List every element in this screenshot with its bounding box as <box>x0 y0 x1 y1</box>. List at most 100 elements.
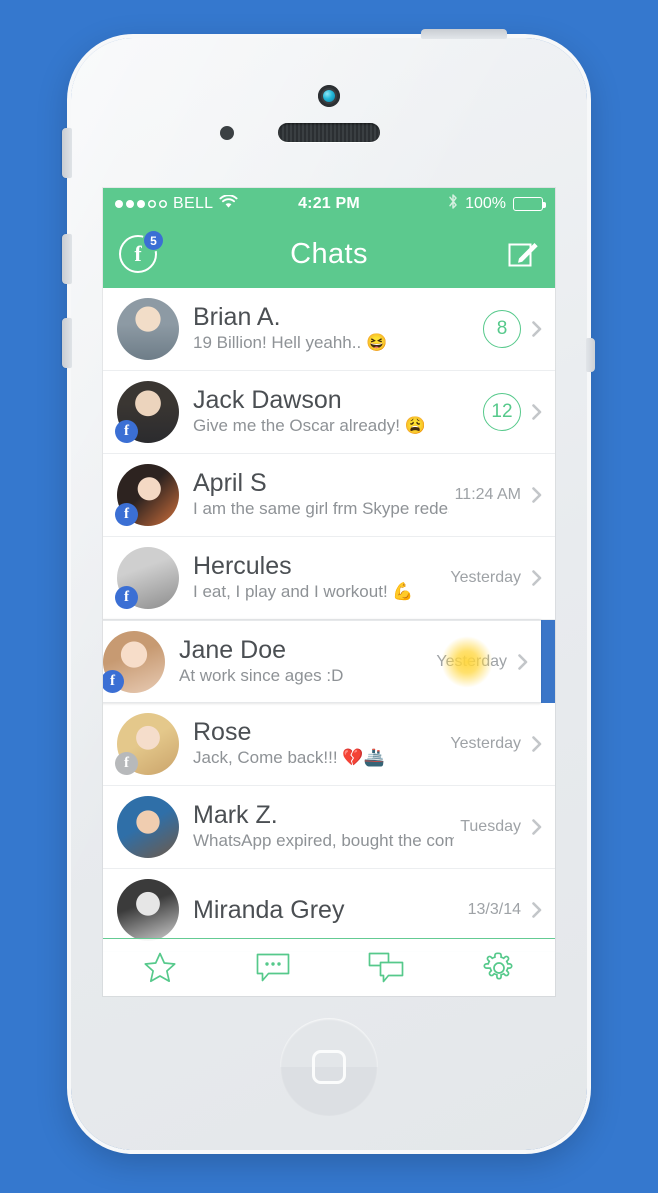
chat-list-item[interactable]: f Jane Doe At work since ages :D Yesterday <box>103 620 541 703</box>
volume-up-button[interactable] <box>62 234 72 284</box>
chevron-right-icon[interactable] <box>529 404 545 420</box>
chat-row-text: April SI am the same girl frm Skype rede… <box>179 469 449 521</box>
timestamp: 11:24 AM <box>454 486 521 503</box>
message-preview: WhatsApp expired, bought the company <box>193 830 454 853</box>
chat-row-meta: 8 <box>477 310 545 348</box>
unread-badge: 12 <box>483 393 521 431</box>
chevron-right-icon[interactable] <box>515 653 531 670</box>
double-chat-bubble-icon <box>367 951 405 985</box>
avatar[interactable]: f <box>115 713 179 775</box>
tab-settings[interactable] <box>442 939 555 996</box>
facebook-source-icon: f <box>115 586 138 609</box>
chat-row-container: Brian A. 19 Billion! Hell yeahh.. 😆 8 <box>103 288 555 371</box>
chevron-right-icon[interactable] <box>529 570 545 586</box>
timestamp: Tuesday <box>460 818 521 835</box>
contact-name: Rose <box>193 718 252 747</box>
avatar-image <box>117 298 179 360</box>
chat-list[interactable]: Brian A. 19 Billion! Hell yeahh.. 😆 8 f Jack… <box>103 288 555 996</box>
avatar[interactable]: f <box>103 630 165 693</box>
contact-name: April S <box>193 469 267 498</box>
chat-row-text: Mark Z.WhatsApp expired, bought the comp… <box>179 801 454 853</box>
message-text: At work since ages :D <box>179 665 344 685</box>
status-bar-right: 100% <box>448 193 546 215</box>
chat-list-item[interactable]: f April SI am the same girl frm Skype red… <box>103 454 555 537</box>
chat-row-meta: Tuesday <box>454 818 545 836</box>
tab-favorites[interactable] <box>103 939 216 996</box>
timestamp: Yesterday <box>436 652 507 670</box>
bluetooth-icon <box>448 193 458 215</box>
facebook-badge-count: 5 <box>144 231 163 250</box>
silent-switch[interactable] <box>62 128 72 178</box>
camera-icon <box>318 85 340 107</box>
gear-icon <box>481 950 517 986</box>
avatar[interactable] <box>117 796 179 858</box>
message-text: 19 Billion! Hell yeahh.. <box>193 333 362 353</box>
chevron-right-icon[interactable] <box>529 487 545 503</box>
facebook-source-icon: f <box>103 669 124 693</box>
message-preview: 19 Billion! Hell yeahh.. 😆 <box>193 332 477 355</box>
chat-row-text: Miranda Grey <box>179 896 462 924</box>
power-button[interactable] <box>421 29 507 39</box>
home-button-icon[interactable] <box>280 1018 378 1116</box>
message-preview: At work since ages :D <box>179 665 430 688</box>
chat-list-item[interactable]: f Rose Jack, Come back!!! 💔🚢 Yesterday <box>103 703 555 786</box>
message-preview: Jack, Come back!!! 💔🚢 <box>193 747 444 770</box>
unread-badge: 8 <box>483 310 521 348</box>
message-emoji: 💔🚢 <box>342 748 385 768</box>
timestamp: Yesterday <box>450 569 521 586</box>
facebook-source-icon: f <box>115 503 138 526</box>
facebook-source-icon: f <box>115 420 138 443</box>
page-title: Chats <box>290 237 368 270</box>
avatar[interactable] <box>117 879 179 941</box>
facebook-account-button[interactable]: f 5 <box>119 231 163 273</box>
battery-percent-label: 100% <box>465 195 506 212</box>
chat-bubble-dots-icon <box>255 952 291 984</box>
message-emoji: 😆 <box>365 333 388 353</box>
avatar[interactable] <box>117 298 179 360</box>
sim-tray <box>586 338 595 372</box>
contact-name: Miranda Grey <box>193 896 345 924</box>
chevron-right-icon[interactable] <box>529 736 545 752</box>
tab-messages[interactable] <box>216 939 329 996</box>
chat-row-text: Jack Dawson Give me the Oscar already! 😩 <box>179 386 477 438</box>
chat-list-item[interactable]: Mark Z.WhatsApp expired, bought the comp… <box>103 786 555 869</box>
chat-list-item[interactable]: f Jack Dawson Give me the Oscar already! 😩… <box>103 371 555 454</box>
avatar[interactable]: f <box>115 547 179 609</box>
message-text: I am the same girl frm Skype redesign! <box>193 499 449 519</box>
avatar-image <box>117 796 179 858</box>
chevron-right-icon[interactable] <box>529 819 545 835</box>
avatar[interactable]: f <box>115 381 179 443</box>
chat-row-container: f April SI am the same girl frm Skype red… <box>103 454 555 537</box>
contact-name: Jane Doe <box>179 635 287 664</box>
chat-row-meta: 11:24 AM <box>449 486 545 504</box>
chevron-right-icon[interactable] <box>529 321 545 337</box>
earpiece-speaker-icon <box>278 123 380 142</box>
tab-groups[interactable] <box>329 939 442 996</box>
facebook-source-icon: f <box>115 752 138 775</box>
chat-row-container: f Jack Dawson Give me the Oscar already! 😩… <box>103 371 555 454</box>
chat-row-meta: Yesterday <box>444 735 545 753</box>
phone-screen: BELL 4:21 PM 100% f 5 Chats Brian A. 19 … <box>103 188 555 996</box>
message-preview: I eat, I play and I workout! 💪 <box>193 581 444 604</box>
proximity-sensor-icon <box>220 126 234 140</box>
status-bar: BELL 4:21 PM 100% <box>103 188 555 220</box>
volume-down-button[interactable] <box>62 318 72 368</box>
chat-row-container: Mark Z.WhatsApp expired, bought the comp… <box>103 786 555 869</box>
battery-icon <box>513 197 546 211</box>
compose-icon[interactable] <box>507 238 539 270</box>
chat-row-container: f Rose Jack, Come back!!! 💔🚢 Yesterday <box>103 703 555 786</box>
chat-row-text: Hercules I eat, I play and I workout! 💪 <box>179 552 444 604</box>
message-text: Jack, Come back!!! <box>193 748 338 768</box>
message-preview: Give me the Oscar already! 😩 <box>193 415 477 438</box>
message-text: Give me the Oscar already! <box>193 416 400 436</box>
chat-row-meta: 13/3/14 <box>462 901 545 919</box>
tab-bar <box>103 938 555 996</box>
chat-row-text: Jane Doe At work since ages :D <box>165 636 430 688</box>
chevron-right-icon[interactable] <box>529 902 545 918</box>
message-preview: I am the same girl frm Skype redesign! <box>193 498 449 521</box>
message-text: I eat, I play and I workout! <box>193 582 388 602</box>
chat-list-item[interactable]: Brian A. 19 Billion! Hell yeahh.. 😆 8 <box>103 288 555 371</box>
chat-list-item[interactable]: f Hercules I eat, I play and I workout! 💪 Y… <box>103 537 555 620</box>
avatar[interactable]: f <box>115 464 179 526</box>
chat-row-container: f Hercules I eat, I play and I workout! 💪 Y… <box>103 537 555 620</box>
